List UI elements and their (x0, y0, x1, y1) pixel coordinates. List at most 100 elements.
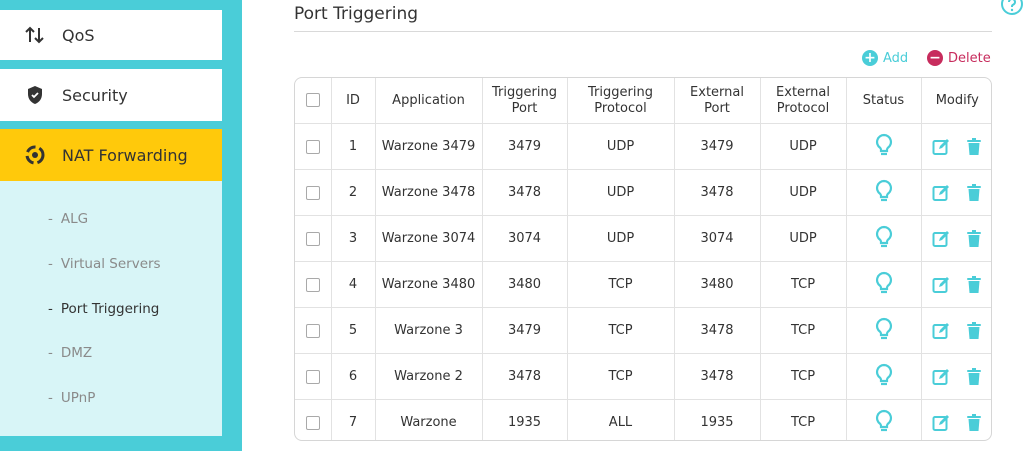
submenu-item-alg[interactable]: - ALG (48, 211, 88, 227)
submenu-label: Port Triggering (60, 301, 160, 317)
col-header-triggering-protocol: Triggering Protocol (567, 78, 675, 124)
cell-external-protocol: TCP (760, 307, 847, 354)
row-checkbox[interactable] (305, 139, 320, 154)
cell-triggering-port: 3480 (482, 261, 568, 308)
edit-icon[interactable] (932, 322, 950, 340)
row-select-cell (295, 399, 332, 440)
row-select-cell (295, 353, 332, 400)
modify-actions (924, 367, 992, 386)
trash-icon[interactable] (966, 183, 982, 202)
col-header-status: Status (846, 78, 922, 124)
cell-external-port: 3074 (674, 215, 761, 262)
sidebar-item-security[interactable]: Security (0, 69, 222, 121)
cell-triggering-protocol: TCP (567, 307, 675, 354)
edit-icon[interactable] (932, 138, 950, 156)
row-checkbox[interactable] (305, 415, 320, 430)
modify-actions (924, 275, 992, 294)
cell-application: Warzone (375, 399, 483, 440)
cell-triggering-port: 3074 (482, 215, 568, 262)
cell-id: 2 (331, 169, 376, 216)
row-checkbox[interactable] (305, 185, 320, 200)
lightbulb-icon[interactable] (875, 271, 893, 299)
title-divider (294, 31, 992, 32)
cell-application: Warzone 3 (375, 307, 483, 354)
page-title: Port Triggering (294, 4, 419, 24)
submenu-item-dmz[interactable]: - DMZ (48, 345, 92, 361)
row-checkbox[interactable] (305, 323, 320, 338)
trash-icon[interactable] (966, 413, 982, 432)
table-row: 7 Warzone 1935 ALL 1935 TCP (295, 399, 992, 440)
row-checkbox[interactable] (305, 369, 320, 384)
cell-triggering-port: 3478 (482, 169, 568, 216)
submenu-label: UPnP (60, 390, 96, 406)
nat-submenu: - ALG - Virtual Servers - Port Triggering -… (0, 181, 222, 436)
modify-actions (924, 137, 992, 156)
edit-icon[interactable] (932, 230, 950, 248)
cell-application: Warzone 3480 (375, 261, 483, 308)
status-cell (846, 307, 922, 354)
submenu-item-virtual-servers[interactable]: - Virtual Servers (48, 256, 161, 272)
cell-application: Warzone 3478 (375, 169, 483, 216)
trash-icon[interactable] (966, 137, 982, 156)
nat-icon (24, 144, 46, 166)
dash: - (48, 301, 53, 317)
sidebar-item-qos[interactable]: QoS (0, 10, 222, 60)
cell-external-protocol: UDP (760, 169, 847, 216)
cell-application: Warzone 3074 (375, 215, 483, 262)
edit-icon[interactable] (932, 184, 950, 202)
edit-icon[interactable] (932, 414, 950, 432)
status-cell (846, 261, 922, 308)
edit-icon[interactable] (932, 368, 950, 386)
cell-triggering-port: 3479 (482, 307, 568, 354)
trash-icon[interactable] (966, 367, 982, 386)
select-all-checkbox[interactable] (305, 93, 320, 107)
lightbulb-icon[interactable] (875, 409, 893, 437)
status-cell (846, 123, 922, 170)
port-triggering-table: ID Application Triggering Port Triggerin… (294, 77, 992, 441)
cell-application: Warzone 2 (375, 353, 483, 400)
modify-cell (921, 215, 991, 262)
col-header-application: Application (375, 78, 483, 124)
modify-cell (921, 261, 992, 308)
cell-triggering-port: 3478 (482, 353, 568, 400)
row-checkbox[interactable] (305, 277, 320, 292)
delete-button[interactable]: − Delete (927, 50, 991, 66)
table-row: 4 Warzone 3480 3480 TCP 3480 TCP (295, 261, 992, 308)
submenu-item-port-triggering[interactable]: - Port Triggering (48, 301, 159, 317)
cell-id: 4 (331, 261, 376, 308)
sort-arrows-icon (24, 24, 46, 46)
cell-external-port: 1935 (674, 399, 761, 440)
lightbulb-icon[interactable] (875, 225, 893, 253)
cell-external-port: 3478 (674, 307, 761, 354)
add-button[interactable]: + Add (862, 50, 908, 66)
table-row: 1 Warzone 3479 3479 UDP 3479 UDP (295, 123, 992, 170)
lightbulb-icon[interactable] (875, 363, 893, 391)
sidebar-item-nat-forwarding[interactable]: NAT Forwarding (0, 129, 222, 181)
trash-icon[interactable] (966, 321, 982, 340)
cell-triggering-protocol: TCP (567, 261, 675, 308)
cell-external-port: 3478 (674, 169, 761, 216)
cell-triggering-port: 3479 (482, 123, 568, 170)
cell-external-protocol: TCP (760, 399, 847, 440)
dash: - (48, 211, 53, 227)
cell-triggering-protocol: UDP (567, 215, 675, 262)
dash: - (48, 345, 53, 361)
edit-icon[interactable] (932, 276, 950, 294)
trash-icon[interactable] (966, 275, 982, 294)
row-select-cell (295, 307, 332, 354)
row-checkbox[interactable] (305, 231, 320, 246)
submenu-item-upnp[interactable]: - UPnP (48, 390, 95, 406)
help-icon[interactable] (1000, 0, 1024, 16)
cell-external-port: 3480 (674, 261, 761, 308)
minus-icon: − (927, 50, 943, 66)
trash-icon[interactable] (966, 229, 982, 248)
add-label: Add (883, 50, 909, 66)
submenu-label: DMZ (60, 345, 93, 361)
lightbulb-icon[interactable] (875, 179, 893, 207)
col-header-id: ID (331, 78, 376, 124)
lightbulb-icon[interactable] (875, 317, 893, 345)
cell-external-protocol: UDP (760, 123, 847, 170)
status-cell (846, 215, 922, 262)
modify-actions (924, 413, 992, 432)
lightbulb-icon[interactable] (875, 133, 893, 161)
